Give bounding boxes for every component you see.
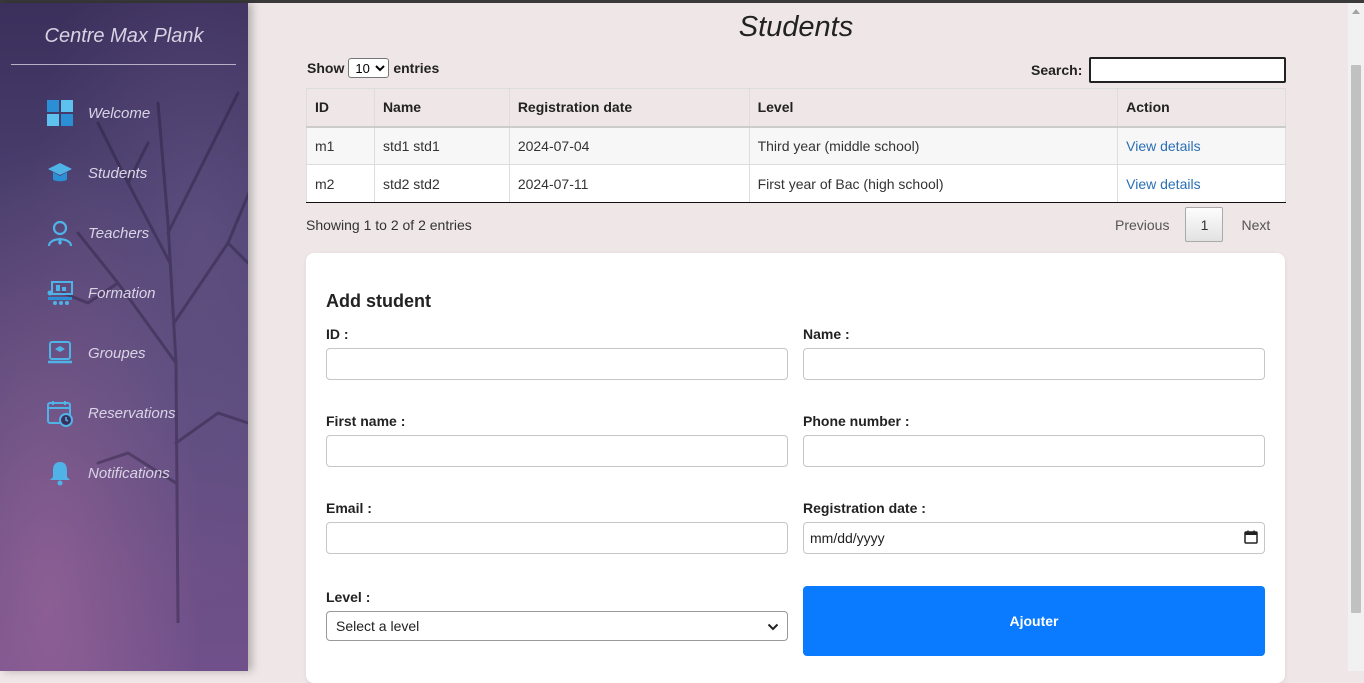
registration-date-label: Registration date : (803, 500, 926, 516)
page-scrollbar[interactable] (1348, 3, 1364, 671)
cell-registration-date: 2024-07-04 (508, 126, 750, 165)
graduation-cap-icon (46, 159, 74, 187)
scroll-up-arrow-icon[interactable] (1352, 9, 1360, 14)
phone-number-label: Phone number : (803, 413, 910, 429)
cell-name: std2 std2 (373, 164, 510, 203)
brand-title: Centre Max Plank (44, 25, 204, 47)
view-details-link[interactable]: View details (1126, 138, 1200, 154)
sidebar-item-label: Teachers (88, 224, 150, 242)
level-select-value: Select a level (336, 618, 420, 634)
formation-icon (46, 279, 74, 307)
scrollbar-thumb[interactable] (1351, 65, 1361, 613)
first-name-label: First name : (326, 413, 406, 429)
sidebar-item-label: Reservations (88, 404, 176, 422)
entries-length-control: Show 10 entries (307, 58, 439, 78)
email-label: Email : (326, 500, 372, 516)
cell-id: m2 (306, 164, 375, 203)
search-input[interactable] (1089, 57, 1287, 83)
email-field[interactable] (326, 522, 788, 554)
page-title: Students (738, 11, 854, 43)
entries-per-page-select[interactable]: 10 (348, 58, 390, 78)
sidebar: Centre Max Plank Welcome Students Teache… (0, 3, 248, 671)
sidebar-nav: Welcome Students Teachers Formation Grou… (0, 83, 248, 503)
bell-icon (46, 459, 74, 487)
brand-divider (11, 64, 236, 65)
pagination: Previous 1 Next (1104, 207, 1284, 242)
sidebar-item-formation[interactable]: Formation (0, 263, 248, 323)
column-header-action[interactable]: Action (1117, 88, 1286, 128)
cell-action: View details (1117, 164, 1286, 203)
cell-id: m1 (306, 126, 375, 165)
table-search: Search: (1031, 57, 1287, 83)
column-header-name[interactable]: Name (373, 88, 510, 128)
sidebar-item-label: Formation (88, 284, 156, 302)
cell-level: First year of Bac (high school) (748, 164, 1119, 203)
search-label: Search: (1031, 62, 1083, 78)
column-header-registration-date[interactable]: Registration date (508, 88, 750, 128)
sidebar-item-label: Notifications (88, 464, 170, 482)
level-select[interactable]: Select a level (326, 611, 788, 641)
show-label: Show (307, 60, 345, 76)
cell-name: std1 std1 (373, 126, 510, 165)
cell-action: View details (1117, 126, 1286, 165)
teacher-icon (46, 219, 74, 247)
sidebar-item-label: Welcome (88, 104, 151, 122)
sidebar-item-teachers[interactable]: Teachers (0, 203, 248, 263)
date-placeholder: mm/dd/yyyy (810, 530, 885, 546)
id-field[interactable] (326, 348, 788, 380)
sidebar-item-welcome[interactable]: Welcome (0, 83, 248, 143)
form-title: Add student (326, 291, 431, 311)
column-header-level[interactable]: Level (748, 88, 1119, 128)
table-row: m1 std1 std1 2024-07-04 Third year (midd… (306, 126, 1286, 165)
calendar-clock-icon (46, 399, 74, 427)
id-label: ID : (326, 326, 349, 342)
registration-date-field[interactable]: mm/dd/yyyy (803, 522, 1265, 554)
name-label: Name : (803, 326, 850, 342)
entries-label: entries (393, 60, 440, 76)
sidebar-item-label: Groupes (88, 344, 146, 362)
sidebar-item-groupes[interactable]: Groupes (0, 323, 248, 383)
cell-registration-date: 2024-07-11 (508, 164, 750, 203)
main-content: Students Show 10 entries Search: ID Name… (248, 3, 1348, 683)
view-details-link[interactable]: View details (1126, 176, 1200, 192)
first-name-field[interactable] (326, 435, 788, 467)
table-info: Showing 1 to 2 of 2 entries (306, 217, 472, 233)
previous-page-button[interactable]: Previous (1104, 217, 1185, 233)
add-student-button[interactable]: Ajouter (803, 586, 1265, 656)
phone-number-field[interactable] (803, 435, 1265, 467)
table-row: m2 std2 std2 2024-07-11 First year of Ba… (306, 164, 1286, 203)
add-student-form: Add student ID : Name : First name : Pho… (306, 253, 1285, 683)
sidebar-item-notifications[interactable]: Notifications (0, 443, 248, 503)
name-field[interactable] (803, 348, 1265, 380)
groups-icon (46, 339, 74, 367)
table-header-row: ID Name Registration date Level Action (306, 88, 1286, 128)
column-header-id[interactable]: ID (306, 88, 375, 128)
students-table: ID Name Registration date Level Action m… (306, 88, 1286, 203)
cell-level: Third year (middle school) (748, 126, 1119, 165)
page-1-button[interactable]: 1 (1185, 207, 1224, 242)
sidebar-item-reservations[interactable]: Reservations (0, 383, 248, 443)
welcome-grid-icon (46, 99, 74, 127)
level-label: Level : (326, 589, 371, 605)
chevron-down-icon (767, 618, 779, 634)
sidebar-item-label: Students (88, 164, 148, 182)
next-page-button[interactable]: Next (1223, 217, 1284, 233)
calendar-icon[interactable] (1244, 530, 1258, 547)
sidebar-item-students[interactable]: Students (0, 143, 248, 203)
